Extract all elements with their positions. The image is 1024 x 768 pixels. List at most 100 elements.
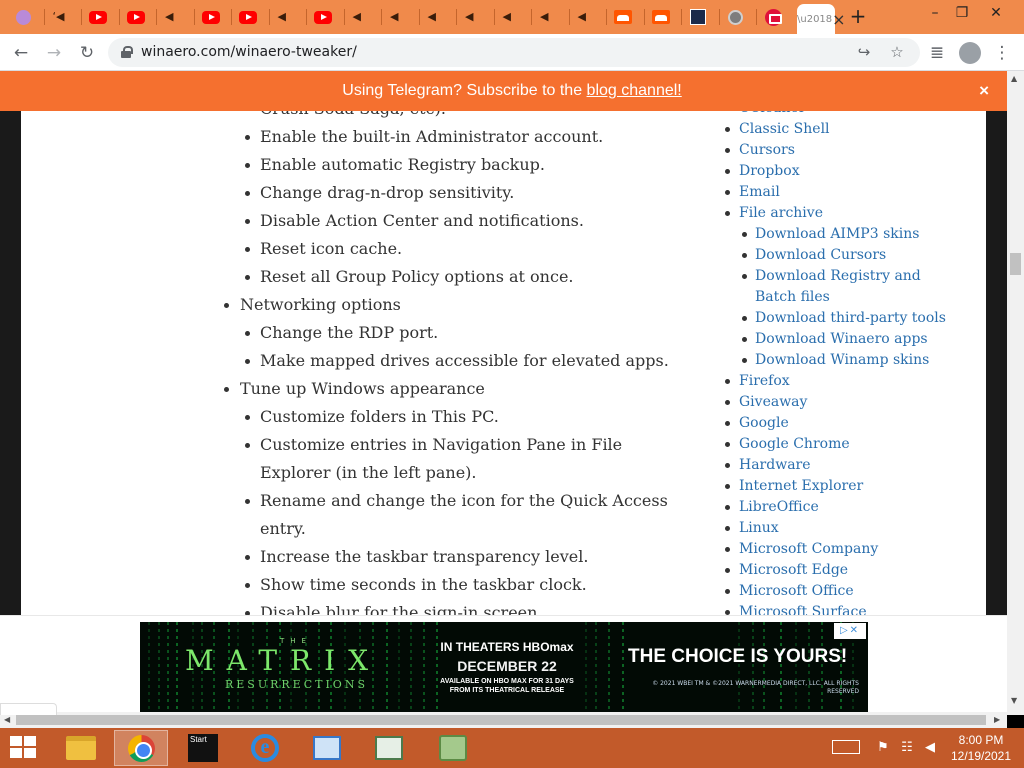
browser-tab[interactable]: ◀ [156, 6, 190, 28]
sidebar-subcategory-link[interactable]: Download Winaero apps [742, 329, 928, 350]
taskbar-clock[interactable]: 8:00 PM 12/19/2021 [948, 732, 1014, 764]
horizontal-scroll-thumb[interactable] [16, 715, 986, 725]
sidebar-category-link[interactable]: Classic Shell [725, 119, 830, 140]
address-bar[interactable]: winaero.com/winaero-tweaker/ ↪ ☆ [108, 38, 920, 67]
sidebar-category-link[interactable]: Dropbox [725, 161, 800, 182]
taskbar-window-app[interactable] [362, 730, 416, 766]
new-tab-button[interactable]: + [847, 5, 869, 27]
browser-tab[interactable]: ‘◀ [43, 6, 78, 28]
taskbar-chrome[interactable] [114, 730, 168, 766]
sidebar-category-link[interactable]: LibreOffice [725, 497, 819, 518]
sidebar-category-link[interactable]: Microsoft Company [724, 539, 878, 560]
sidebar-category-link[interactable]: Google [725, 413, 789, 434]
sidebar-subcategory-link[interactable]: Download Cursors [741, 245, 886, 266]
taskbar-start-app[interactable]: Start [176, 730, 230, 766]
sidebar-category-link[interactable]: Email [725, 182, 780, 203]
taskbar-internet-explorer[interactable]: e [238, 730, 292, 766]
restore-button[interactable]: ❐ [948, 3, 976, 23]
feature-item: Change drag-n-drop sensitivity. [244, 179, 514, 207]
active-tab[interactable]: \u2018 × [797, 4, 846, 34]
tab-separator [418, 9, 420, 25]
browser-tab[interactable] [231, 6, 265, 28]
volume-icon[interactable]: ◀ [921, 740, 939, 756]
collapse-chevron-button[interactable]: ⌄ [0, 703, 57, 715]
sidebar-category-link[interactable]: Cursors [725, 140, 795, 161]
browser-tab[interactable] [81, 6, 115, 28]
adchoices-icon[interactable]: ▷✕ [834, 623, 866, 639]
matrix-ad-banner[interactable]: THE MATRIX RESURRECTIONS IN THEATERS HBO… [140, 622, 868, 712]
ad-legal: © 2021 WBEI TM & ©2021 WARNERMEDIA DIREC… [652, 680, 859, 695]
windows-start-icon[interactable] [10, 736, 38, 760]
share-icon[interactable]: ↪ [853, 41, 875, 63]
matrix-rain-column [622, 622, 624, 712]
taskbar-file-explorer[interactable] [54, 730, 108, 766]
sidebar-category-link[interactable]: Linux [725, 518, 779, 539]
browser-tab[interactable] [306, 6, 340, 28]
browser-tab[interactable] [756, 6, 790, 28]
browser-tab[interactable] [606, 6, 640, 28]
scroll-up-arrow-icon[interactable]: ▲ [1011, 74, 1017, 83]
scroll-right-arrow-icon[interactable]: ▶ [994, 715, 1000, 724]
browser-tab[interactable]: ◀ [343, 6, 378, 28]
browser-tab[interactable]: ◀ [381, 6, 415, 28]
media-control-icon[interactable]: ≣ [926, 42, 948, 64]
feature-item: Increase the taskbar transparency level. [244, 543, 588, 571]
close-window-button[interactable]: ✕ [982, 3, 1010, 23]
url-text[interactable]: winaero.com/winaero-tweaker/ [141, 38, 357, 67]
sidebar-category-link[interactable]: File archive [725, 203, 823, 224]
forward-button[interactable]: → [43, 42, 65, 64]
minimize-button[interactable]: – [921, 3, 949, 23]
tab-separator [756, 9, 757, 25]
sidebar-subcategory-link[interactable]: Download third-party tools [742, 308, 946, 329]
sidebar-category-link[interactable]: Hardware [725, 455, 811, 476]
sidebar-category-link[interactable]: Giveaway [724, 392, 807, 413]
sidebar-category-link[interactable]: Google Chrome [725, 434, 850, 455]
globe-icon [728, 9, 743, 25]
sidebar-category-link[interactable]: Internet Explorer [724, 476, 863, 497]
reload-button[interactable]: ↻ [76, 42, 98, 64]
sidebar-subcategory-link[interactable]: Download AIMP3 skins [741, 224, 919, 245]
bookmark-star-icon[interactable]: ☆ [886, 41, 908, 63]
sidebar-subcategory-link[interactable]: Batch files [755, 287, 830, 308]
blog-channel-link[interactable]: blog channel! [587, 82, 682, 99]
sidebar-subcategory-link[interactable]: Download Winamp skins [741, 350, 929, 371]
network-icon[interactable]: ☷ [898, 740, 916, 756]
action-center-flag-icon[interactable]: ⚑ [874, 740, 892, 756]
browser-tab[interactable] [681, 6, 715, 28]
vertical-scrollbar[interactable]: ▲ ▼ [1007, 71, 1024, 715]
browser-menu-icon[interactable]: ⋮ [991, 42, 1013, 64]
sidebar-category-link[interactable]: Microsoft Office [725, 581, 854, 602]
taskbar-network-app[interactable] [300, 730, 354, 766]
youtube-icon [201, 10, 220, 24]
browser-tab[interactable] [643, 6, 678, 28]
browser-tab[interactable] [118, 6, 153, 28]
tab-separator [568, 9, 570, 25]
browser-tab[interactable]: ◀ [418, 6, 453, 28]
tab-separator [43, 9, 45, 25]
browser-tab[interactable] [193, 6, 228, 28]
banner-close-icon[interactable]: × [979, 71, 989, 111]
profile-avatar[interactable] [959, 42, 981, 64]
lock-icon[interactable] [121, 46, 133, 58]
keyboard-icon[interactable] [832, 740, 860, 754]
sidebar-category-link[interactable]: CCleaner [739, 111, 806, 119]
tab-close-icon[interactable]: × [832, 10, 845, 29]
scroll-left-arrow-icon[interactable]: ◀ [4, 715, 10, 724]
matrix-rain-column [158, 622, 160, 712]
browser-tab[interactable] [718, 6, 753, 28]
browser-tab[interactable]: ◀ [268, 6, 303, 28]
horizontal-scrollbar[interactable]: ◀ ▶ [0, 712, 1007, 728]
browser-tab[interactable] [6, 6, 40, 28]
vertical-scroll-thumb[interactable] [1010, 253, 1021, 275]
sidebar-category-link[interactable]: Microsoft Edge [724, 560, 848, 581]
scroll-down-arrow-icon[interactable]: ▼ [1011, 696, 1017, 705]
tab-separator [493, 9, 495, 25]
browser-tab[interactable]: ◀ [493, 6, 528, 28]
sidebar-subcategory-link[interactable]: Download Registry and [742, 266, 921, 287]
back-button[interactable]: ← [10, 42, 32, 64]
sidebar-category-link[interactable]: Firefox [725, 371, 790, 392]
browser-tab[interactable]: ◀ [568, 6, 603, 28]
browser-tab[interactable]: ◀ [456, 6, 490, 28]
browser-tab[interactable]: ◀ [531, 6, 565, 28]
taskbar-download-app[interactable] [426, 730, 480, 766]
